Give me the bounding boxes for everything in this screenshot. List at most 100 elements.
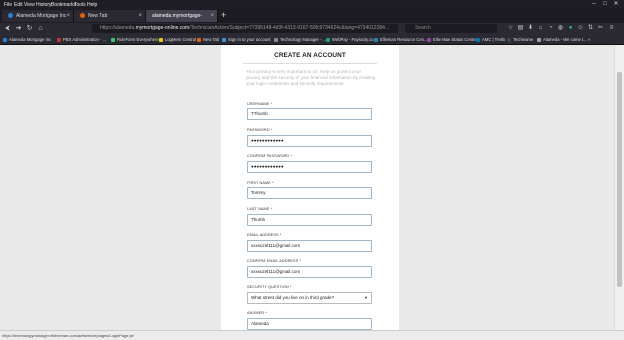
bookmark-label: Techieame: [513, 37, 534, 42]
confirm-email-field[interactable]: xxxsuzel111@gmail.com: [247, 266, 372, 278]
screenshot-icon[interactable]: ✂: [597, 25, 604, 32]
menu-tools[interactable]: Tools: [74, 2, 86, 8]
bookmark-sign-in[interactable]: Sign in to your account: [222, 36, 271, 43]
pocket-icon[interactable]: ◔: [547, 25, 554, 32]
confirm-password-field[interactable]: ●●●●●●●●●●●●: [247, 161, 372, 173]
tab-favicon-icon: [8, 13, 13, 19]
sync-icon[interactable]: ⇅: [587, 25, 594, 32]
search-placeholder: Search: [415, 25, 431, 31]
account-icon[interactable]: ☺: [577, 25, 584, 32]
password-field[interactable]: ●●●●●●●●●●●●: [247, 135, 372, 147]
bookmark-techieame[interactable]: Techieame: [507, 36, 533, 43]
tab-mymortgage-online[interactable]: alameda.mymortgage-online.co×: [146, 10, 218, 31]
forward-icon[interactable]: ➔: [14, 24, 23, 33]
extension-icon[interactable]: ◍: [557, 25, 564, 32]
first-name-label: FIRST NAME *: [247, 181, 274, 185]
privacy-intro-text: Your privacy is very important to us. He…: [246, 69, 376, 86]
home-button-icon[interactable]: ⌂: [537, 25, 544, 32]
bookmark-ellie-mae-status[interactable]: Ellie Mae Status Center: [427, 36, 477, 43]
title-divider: [243, 63, 377, 64]
username-field[interactable]: TThumb: [247, 108, 372, 120]
menu-edit[interactable]: Edit: [14, 2, 23, 8]
tab-new-tab[interactable]: New Tab ×: [74, 10, 146, 22]
menu-view[interactable]: View: [24, 2, 35, 8]
close-tab-icon[interactable]: ×: [66, 10, 70, 22]
security-question-select[interactable]: What street did you live on in third gra…: [247, 292, 372, 304]
page-title: CREATE AN ACCOUNT: [274, 52, 346, 59]
bookmark-webpay[interactable]: WebPay - Paylocity.co...: [326, 36, 377, 43]
bookmark-roleform[interactable]: RoleForm Everywhere...: [111, 36, 162, 43]
bookmark-amc-trello[interactable]: AMC | Trello: [476, 36, 505, 43]
home-icon[interactable]: ⌂: [36, 24, 45, 33]
close-tab-icon[interactable]: ×: [210, 10, 214, 22]
scrollbar-thumb[interactable]: [617, 72, 622, 287]
tab-bar: Alameda Mortgage Inc × New Tab × alameda.m…: [0, 9, 624, 31]
green-extension-icon[interactable]: ●: [567, 25, 574, 32]
bookmark-pbx-administration[interactable]: PBX Administration - ...: [57, 36, 106, 43]
bookmark-alameda-welcome[interactable]: Alameda - We come t...: [537, 36, 587, 43]
bookmark-label: Ellieman Resource Cen...: [380, 37, 428, 42]
maximize-icon[interactable]: □: [600, 1, 610, 8]
bookmark-favicon-icon: [197, 37, 201, 42]
close-window-icon[interactable]: ✕: [611, 1, 621, 8]
tab-label: Alameda Mortgage Inc: [16, 13, 67, 19]
menu-file[interactable]: File: [4, 2, 12, 8]
security-question-value: What street did you live on in third gra…: [251, 295, 335, 300]
bookmark-alameda-mortgage[interactable]: Alameda Mortgage Inc: [3, 36, 51, 43]
minimize-icon[interactable]: –: [589, 1, 599, 8]
bookmark-favicon-icon: [57, 37, 61, 42]
bookmark-new-tab[interactable]: New Tab: [197, 36, 219, 43]
email-field[interactable]: xxxsuzel111@gmail.com: [247, 240, 372, 252]
bookmark-logmein[interactable]: LogMeIn Central: [159, 36, 196, 43]
answer-label: ANSWER *: [247, 311, 267, 315]
dropdown-caret-icon: ▼: [364, 295, 368, 300]
bookmark-technology-manager[interactable]: Technology Manager - ...: [274, 36, 326, 43]
bookmark-favicon-icon: [326, 37, 330, 42]
bookmark-favicon-icon: [427, 37, 431, 42]
back-icon[interactable]: ⮜: [3, 24, 12, 33]
bookmark-favicon-icon: [159, 37, 163, 42]
menu-bar: File Edit View History Bookmarks Tools H…: [0, 0, 624, 9]
answer-field[interactable]: Alameda: [247, 318, 372, 330]
bookmark-label: AMC | Trello: [482, 37, 505, 42]
bookmark-label: New Tab: [203, 37, 220, 42]
hamburger-menu-icon[interactable]: ≡: [608, 25, 615, 32]
bookmark-favicon-icon: [3, 37, 7, 42]
bookmark-label: Alameda - We come t...: [543, 37, 587, 42]
create-account-card: CREATE AN ACCOUNT Your privacy is very i…: [221, 45, 399, 330]
last-name-field[interactable]: Thumb: [247, 214, 372, 226]
menu-bookmarks[interactable]: Bookmarks: [51, 2, 76, 8]
bookmark-favicon-icon: [537, 37, 541, 42]
bookmark-ellieman-resource[interactable]: Ellieman Resource Cen...: [374, 36, 427, 43]
menu-help[interactable]: Help: [87, 2, 97, 8]
security-question-label: SECURITY QUESTION *: [247, 285, 292, 289]
download-icon[interactable]: ⬇: [527, 25, 534, 32]
bookmark-favicon-icon: [274, 37, 278, 42]
vertical-scrollbar[interactable]: [614, 45, 624, 330]
new-tab-icon[interactable]: +: [221, 10, 226, 20]
bookmark-favicon-icon: [374, 37, 378, 42]
firefox-icon: [80, 13, 85, 19]
bookmark-label: WebPay - Paylocity.co...: [332, 37, 377, 42]
bookmark-label: PBX Administration - ...: [63, 37, 107, 42]
bookmark-favicon-icon: [111, 37, 115, 42]
bookmark-label: Ellie Mae Status Center: [433, 37, 477, 42]
menu-history[interactable]: History: [36, 2, 52, 8]
search-input[interactable]: Search: [405, 24, 497, 33]
more-bookmarks-icon[interactable]: »: [588, 36, 590, 43]
first-name-field[interactable]: Tommy: [247, 187, 372, 199]
page-viewport: CREATE AN ACCOUNT Your privacy is very i…: [0, 45, 614, 330]
address-bar[interactable]: https://alameda.mymortgage-online.com/Te…: [92, 24, 398, 33]
bookmark-label: Sign in to your account: [228, 37, 271, 42]
password-label: PASSWORD *: [247, 128, 273, 132]
star-icon[interactable]: ☆: [507, 25, 514, 32]
last-name-label: LAST NAME *: [247, 207, 273, 211]
bookmark-label: LogMeIn Central: [165, 37, 196, 42]
bookmarks-bar: Alameda Mortgage Inc PBX Administration …: [0, 35, 624, 45]
bookmark-favicon-icon: [476, 37, 480, 42]
reload-icon[interactable]: ↻: [25, 24, 34, 33]
confirm-password-label: CONFIRM PASSWORD *: [247, 154, 292, 158]
tab-alameda-mortgage[interactable]: Alameda Mortgage Inc ×: [2, 10, 74, 22]
close-tab-icon[interactable]: ×: [138, 10, 142, 22]
reading-list-icon[interactable]: ▤: [517, 25, 524, 32]
